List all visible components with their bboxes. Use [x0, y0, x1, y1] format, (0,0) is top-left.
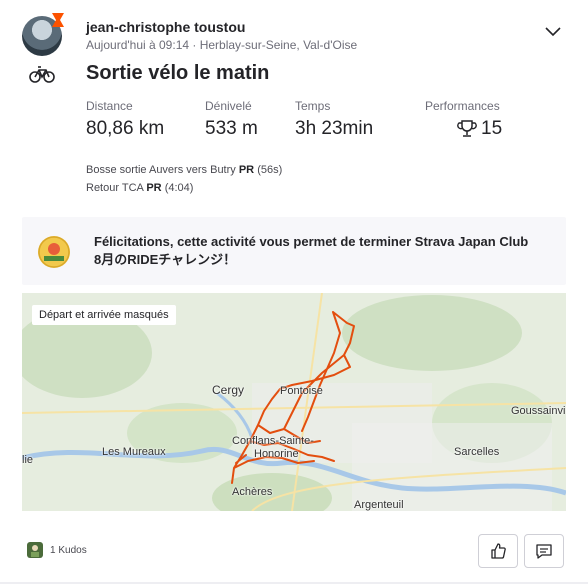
stat-label: Distance: [86, 99, 133, 113]
stat-label: Performances: [425, 99, 500, 113]
bike-icon: [29, 66, 55, 83]
map-label: Conflans-Sainte-: [232, 435, 314, 447]
map-label: Les Mureaux: [102, 446, 166, 458]
activity-meta: Aujourd'hui à 09:14 · Herblay-sur-Seine,…: [86, 38, 358, 52]
map-label: Pontoise: [280, 385, 323, 397]
activity-title[interactable]: Sortie vélo le matin: [86, 62, 269, 85]
avatar[interactable]: [22, 12, 66, 56]
map-label: Sarcelles: [454, 446, 500, 458]
segment-time: (4:04): [164, 182, 194, 194]
subscriber-badge-icon: [52, 13, 64, 27]
map-label: lie: [22, 454, 34, 466]
trophy-icon: [457, 120, 477, 137]
club-logo: [38, 236, 70, 268]
segment-row[interactable]: Bosse sortie Auvers vers Butry PR (56s): [86, 161, 282, 179]
thumbs-up-icon: [491, 543, 506, 559]
stat-time: Temps 3h 23min: [295, 99, 373, 140]
stat-value: 80,86 km: [86, 118, 165, 139]
map-label: Argenteuil: [354, 499, 404, 511]
pr-badge: PR: [238, 164, 255, 176]
stat-elevation: Dénivelé 533 m: [205, 99, 258, 140]
chevron-down-icon[interactable]: [544, 24, 562, 38]
challenge-banner[interactable]: Félicitations, cette activité vous perme…: [22, 217, 566, 285]
map-hint: Départ et arrivée masqués: [32, 305, 176, 325]
map-label: Cergy: [212, 383, 245, 397]
map-label: Honorine: [254, 448, 299, 460]
stat-value: 15: [481, 118, 503, 139]
stat-label: Temps: [295, 99, 331, 113]
give-kudos-button[interactable]: [478, 534, 518, 568]
comment-button[interactable]: [524, 534, 564, 568]
kudoer-avatar-icon[interactable]: [26, 541, 44, 559]
segment-name: Bosse sortie Auvers vers Butry: [86, 164, 236, 176]
stat-performances: Performances 15: [425, 99, 502, 140]
athlete-name[interactable]: jean-christophe toustou: [86, 19, 245, 35]
banner-text: Félicitations, cette activité vous perme…: [94, 234, 529, 267]
segment-efforts: Bosse sortie Auvers vers Butry PR (56s) …: [86, 161, 282, 197]
map-label: Goussainvi: [511, 405, 566, 417]
route-map[interactable]: Départ et arrivée masqués Cergy Pontoise…: [22, 293, 566, 511]
pr-badge: PR: [146, 182, 162, 194]
stat-label: Dénivelé: [205, 99, 252, 113]
segment-row[interactable]: Retour TCA PR (4:04): [86, 179, 282, 197]
map-background: [22, 293, 566, 511]
map-label: Achères: [232, 486, 273, 498]
segment-name: Retour TCA: [86, 182, 144, 194]
stat-value: 533 m: [205, 118, 258, 139]
comment-icon: [536, 544, 552, 559]
segment-time: (56s): [257, 164, 283, 176]
kudos-count[interactable]: 1 Kudos: [50, 545, 87, 556]
stat-distance: Distance 80,86 km: [86, 99, 164, 140]
stat-value: 3h 23min: [295, 118, 374, 139]
